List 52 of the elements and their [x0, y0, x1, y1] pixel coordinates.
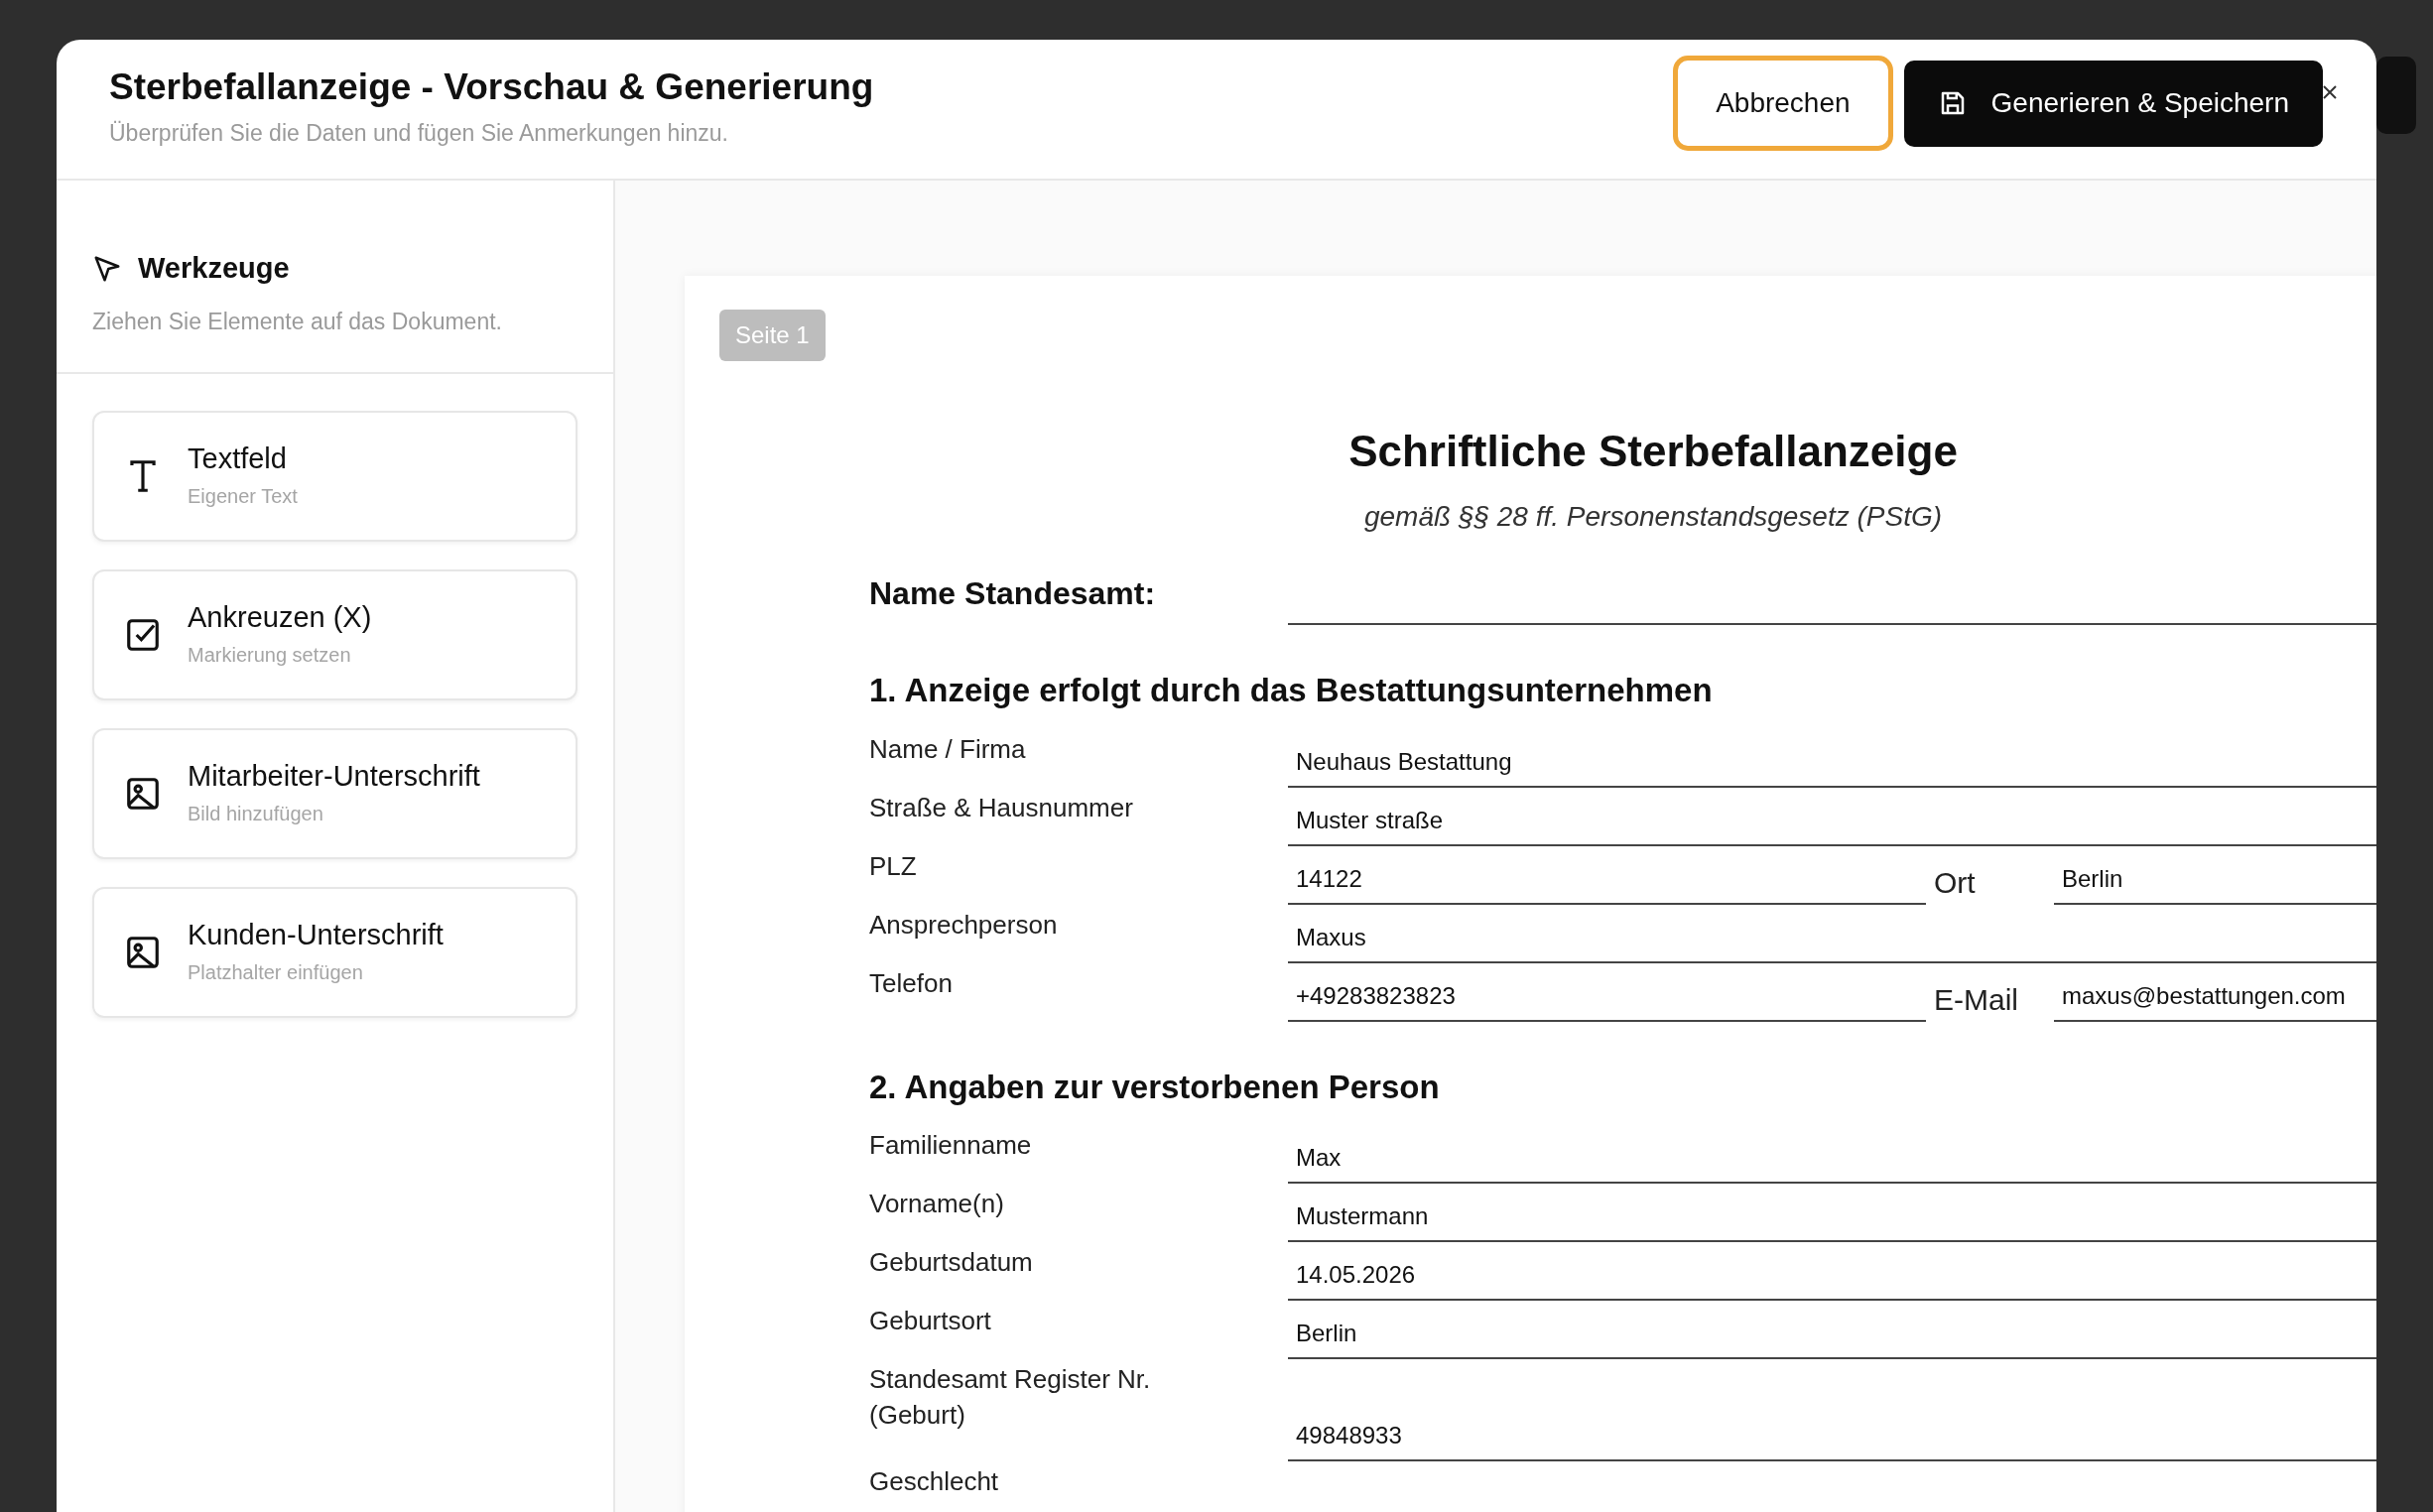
checkbox-icon [124, 616, 162, 654]
field-label: Name Standesamt: [869, 574, 1157, 613]
field-label: Geburtsort [869, 1305, 992, 1337]
panel-title: Werkzeuge [138, 251, 290, 286]
field-label: Geburtsdatum [869, 1246, 1034, 1279]
field-label: Straße & Hausnummer [869, 791, 1134, 824]
dialog-title: Sterbefallanzeige - Vorschau & Generierung [109, 67, 874, 109]
field-value[interactable]: +49283823823 [1288, 963, 1926, 1022]
field-value[interactable]: Maxus [1288, 905, 2376, 963]
field-label: Geschlecht [869, 1464, 1000, 1498]
tool-card[interactable]: Kunden-Unterschrift Platzhalter einfügen [92, 887, 577, 1018]
field-label: Telefon [869, 966, 954, 1000]
field-label: Vorname(n) [869, 1188, 1005, 1220]
dialog-subtitle: Überprüfen Sie die Daten und fügen Sie Anmerkungen hinzu. [109, 119, 729, 149]
section-heading: 1. Anzeige erfolgt durch das Bestattungsunternehmen [869, 671, 1714, 710]
field-value[interactable]: Muster straße [1288, 788, 2376, 846]
field-value[interactable]: maxus@bestattungen.com [2054, 963, 2376, 1022]
panel-subtitle: Ziehen Sie Elemente auf das Dokument. [92, 307, 503, 336]
field-value[interactable]: 49848933 [1288, 1403, 2376, 1461]
field-value[interactable]: 14122 [1288, 846, 1926, 905]
field-value[interactable]: Berlin [1288, 1302, 2376, 1359]
document-subtitle: gemäß §§ 28 ff. Personenstandsgesetz (PStG) [1362, 500, 1944, 534]
image-icon [124, 934, 162, 971]
field-value[interactable]: Mustermann [1288, 1185, 2376, 1242]
section-heading: 2. Angaben zur verstorbenen Person [869, 1067, 1441, 1107]
field-label: Familienname [869, 1129, 1033, 1162]
tool-title: Ankreuzen (X) [188, 599, 372, 635]
tool-subtitle: Markierung setzen [188, 643, 352, 669]
field-label: Standesamt Register Nr. (Geburt) [869, 1363, 1152, 1433]
field-label: E-Mail [1933, 981, 2019, 1018]
tool-card[interactable]: Textfeld Eigener Text [92, 411, 577, 542]
close-icon[interactable] [2323, 85, 2337, 99]
field-value[interactable]: Berlin [2054, 846, 2376, 905]
image-icon [124, 775, 162, 813]
save-button[interactable]: Generieren & Speichern [1903, 60, 2323, 147]
field-label: Name / Firma [869, 732, 1027, 766]
tool-card[interactable]: Ankreuzen (X) Markierung setzen [92, 569, 577, 700]
tool-title: Mitarbeiter-Unterschrift [188, 758, 480, 794]
tool-title: Textfeld [188, 441, 288, 476]
tool-subtitle: Eigener Text [188, 484, 298, 510]
tool-subtitle: Bild hinzufügen [188, 802, 324, 827]
page-label: Seite 1 [719, 310, 826, 361]
field-label: Ansprechperson [869, 908, 1059, 942]
tool-card[interactable]: Mitarbeiter-Unterschrift Bild hinzufügen [92, 728, 577, 859]
field-value[interactable]: 14.05.2026 [1288, 1243, 2376, 1301]
field-value[interactable]: Neuhaus Bestattung [1288, 729, 2376, 788]
tool-title: Kunden-Unterschrift [188, 917, 444, 952]
tool-subtitle: Platzhalter einfügen [188, 960, 364, 986]
document-title: Schriftliche Sterbefallanzeige [1347, 426, 1959, 477]
field-label: Ort [1933, 864, 1977, 901]
field-value[interactable]: Max [1288, 1126, 2376, 1184]
field-label: PLZ [869, 849, 918, 883]
